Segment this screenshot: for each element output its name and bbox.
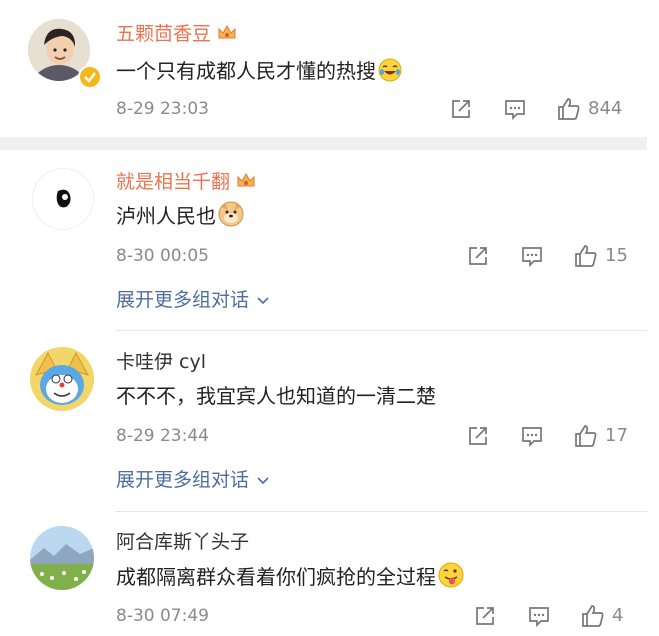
username[interactable]: 卡哇伊 cyl — [116, 350, 206, 374]
vip-crown-icon — [236, 172, 256, 196]
timestamp: 8-29 23:44 — [116, 426, 209, 446]
avatar[interactable] — [30, 526, 94, 590]
comment-icon — [522, 427, 542, 448]
repost-icon — [469, 247, 487, 265]
like-count: 15 — [605, 245, 628, 266]
tongue-out-emoji-icon — [438, 562, 464, 595]
divider — [115, 511, 647, 512]
repost-icon — [452, 100, 470, 118]
username[interactable]: 五颗茴香豆 — [116, 22, 237, 48]
vip-crown-icon — [217, 24, 237, 48]
comment-text-content: 成都隔离群众看着你们疯抢的全过程 — [116, 565, 436, 589]
like-count: 17 — [605, 425, 628, 446]
expand-replies-label[interactable]: 展开更多组对话 — [116, 468, 249, 492]
like-button[interactable]: 17 — [573, 423, 628, 449]
comment-button[interactable] — [527, 604, 551, 628]
repost-button[interactable] — [449, 97, 473, 121]
comment-button[interactable] — [520, 244, 544, 268]
repost-icon — [476, 607, 494, 625]
avatar[interactable] — [30, 347, 94, 411]
comment-text-content: 泸州人民也 — [116, 204, 216, 228]
comment-text: 不不不，我宜宾人也知道的一清二楚 — [116, 382, 436, 410]
section-separator — [0, 137, 647, 150]
chevron-down-icon — [257, 477, 269, 485]
timestamp: 8-29 23:03 — [116, 99, 209, 119]
comment-button[interactable] — [520, 424, 544, 448]
like-button[interactable]: 844 — [556, 96, 622, 122]
expand-replies-link[interactable]: 展开更多组对话 — [116, 288, 272, 312]
thumbs-up-icon — [575, 425, 597, 447]
repost-icon — [469, 427, 487, 445]
verified-badge-icon — [78, 65, 102, 89]
expand-replies-label[interactable]: 展开更多组对话 — [116, 288, 249, 312]
username[interactable]: 就是相当千翻 — [116, 170, 256, 196]
comment-text: 成都隔离群众看着你们疯抢的全过程 — [116, 562, 464, 595]
comment-button[interactable] — [503, 97, 527, 121]
thumbs-up-icon — [582, 605, 604, 627]
username[interactable]: 阿合库斯丫头子 — [116, 530, 249, 554]
expand-replies-link[interactable]: 展开更多组对话 — [116, 468, 272, 492]
divider — [115, 330, 647, 331]
like-count: 4 — [612, 605, 624, 626]
comment-text: 泸州人民也 — [116, 201, 244, 234]
comment-text-content: 不不不，我宜宾人也知道的一清二楚 — [116, 384, 436, 408]
like-button[interactable]: 15 — [573, 243, 628, 269]
repost-button[interactable] — [466, 244, 490, 268]
comment-icon — [522, 247, 542, 268]
timestamp: 8-30 07:49 — [116, 606, 209, 626]
like-button[interactable]: 4 — [580, 603, 623, 629]
comment-icon — [529, 607, 549, 628]
username-text[interactable]: 阿合库斯丫头子 — [116, 531, 249, 553]
comment-text-content: 一个只有成都人民才懂的热搜 — [116, 59, 376, 83]
username-text[interactable]: 卡哇伊 cyl — [116, 351, 206, 373]
comment-icon — [505, 100, 525, 121]
thumbs-up-icon — [558, 98, 580, 120]
username-text[interactable]: 就是相当千翻 — [116, 171, 230, 193]
comment-text: 一个只有成都人民才懂的热搜 — [116, 57, 402, 89]
laugh-cry-emoji-icon — [378, 58, 402, 89]
timestamp: 8-30 00:05 — [116, 246, 209, 266]
avatar[interactable] — [32, 168, 94, 230]
thumbs-up-icon — [575, 245, 597, 267]
like-count: 844 — [588, 98, 623, 119]
username-text[interactable]: 五颗茴香豆 — [116, 23, 211, 45]
repost-button[interactable] — [466, 424, 490, 448]
repost-button[interactable] — [473, 604, 497, 628]
chevron-down-icon — [257, 297, 269, 305]
doge-emoji-icon — [218, 201, 244, 234]
